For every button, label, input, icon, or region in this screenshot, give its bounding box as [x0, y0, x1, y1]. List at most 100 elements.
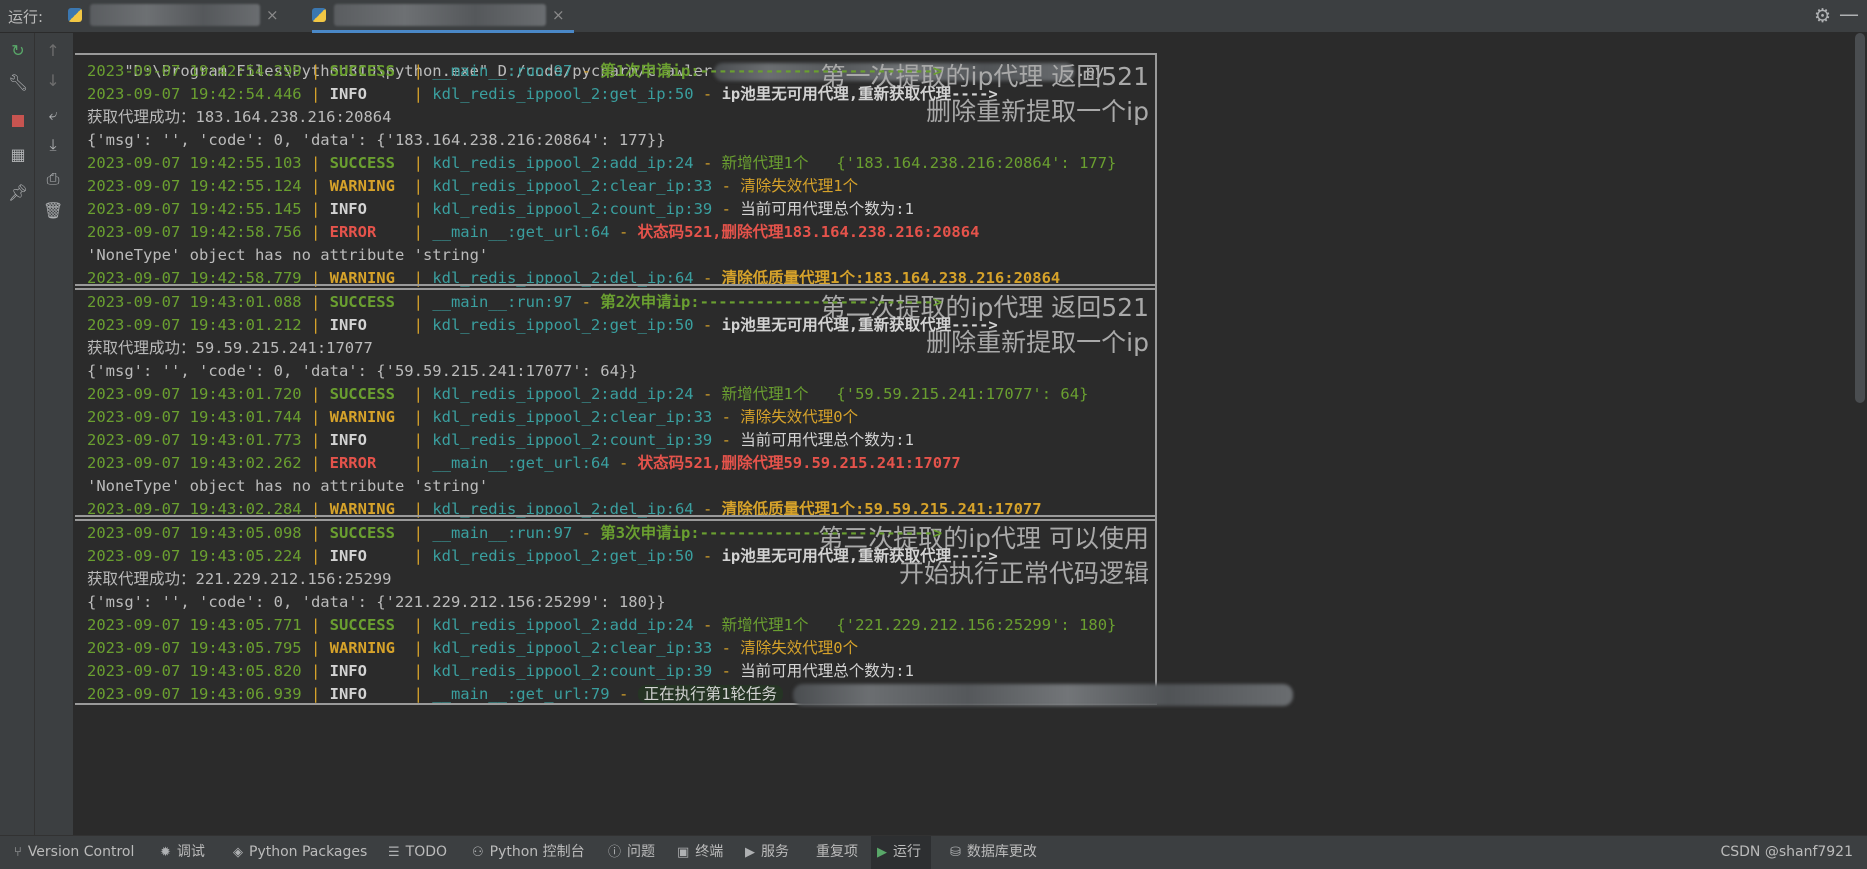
log-line: 2023-09-07 19:43:01.212 | INFO | kdl_red… — [87, 313, 998, 337]
log-level-pad — [395, 154, 404, 172]
log-timestamp: 2023-09-07 19:43:05.098 — [87, 523, 302, 542]
log-level: WARNING — [329, 177, 395, 195]
log-separator: | — [301, 662, 330, 681]
soft-wrap-icon[interactable]: ⤶ — [43, 105, 63, 125]
bottom-tab-4[interactable]: ☰ TODO — [388, 836, 447, 869]
output-line: 获取代理成功：183.164.238.216:20864 — [87, 105, 391, 129]
log-module: kdl_redis_ippool_2:get_ip:50 — [432, 84, 694, 103]
python-icon: ⚇ — [472, 845, 484, 860]
log-line: 2023-09-07 19:43:05.820 | INFO | kdl_red… — [87, 659, 914, 683]
log-level: WARNING — [329, 408, 395, 426]
log-module: kdl_redis_ippool_2:clear_ip:33 — [432, 639, 713, 657]
log-line: 2023-09-07 19:43:06.939 | INFO | __main_… — [87, 682, 1293, 706]
log-module: kdl_redis_ippool_2:add_ip:24 — [432, 153, 694, 172]
log-module: kdl_redis_ippool_2:count_ip:39 — [432, 200, 713, 219]
log-separator: | — [404, 315, 433, 334]
log-separator: | — [404, 61, 433, 80]
gear-icon[interactable]: ⚙ — [1814, 5, 1831, 27]
output-text: 'NoneType' object has no attribute 'stri… — [87, 477, 489, 496]
log-separator: | — [404, 639, 433, 657]
log-message: 新增代理1个 {'221.229.212.156:25299': 180} — [721, 615, 1117, 634]
minimize-icon[interactable]: — — [1839, 2, 1859, 26]
log-separator: | — [301, 384, 330, 403]
console-output[interactable]: "D:\Program Files\Python310\python.exe" … — [75, 33, 1850, 833]
log-module: kdl_redis_ippool_2:get_ip:50 — [432, 315, 694, 334]
info-icon: ⓘ — [608, 845, 622, 860]
database-icon: ⛁ — [950, 845, 961, 860]
log-dash: - — [712, 177, 741, 195]
log-level: ERROR — [329, 454, 377, 473]
log-message: 第2次申请ip:-------------------------> — [600, 292, 943, 311]
log-level-pad — [367, 547, 404, 565]
scroll-to-end-icon[interactable]: ⤓ — [43, 135, 63, 155]
close-tab-icon[interactable]: × — [266, 6, 279, 24]
run-tab-1[interactable]: × — [68, 0, 286, 30]
log-timestamp: 2023-09-07 19:42:58.756 — [87, 223, 302, 242]
log-separator: | — [404, 200, 433, 219]
bottom-tab-3[interactable]: ◈ Python Packages — [233, 836, 367, 869]
console-actions-toolbar: ↑ ↓ ⤶ ⤓ ⎙ 🗑︎ — [35, 33, 74, 835]
bottom-tab-6[interactable]: ⓘ 问题 — [608, 836, 655, 869]
log-message: 新增代理1个 {'59.59.215.241:17077': 64} — [721, 384, 1089, 403]
layout-icon[interactable]: ▦ — [8, 145, 28, 165]
log-level: INFO — [329, 315, 367, 334]
log-level-pad — [395, 616, 404, 634]
log-separator: | — [404, 384, 433, 403]
log-level-pad — [395, 62, 404, 80]
log-timestamp: 2023-09-07 19:43:05.224 — [87, 546, 302, 565]
log-separator: | — [301, 408, 330, 426]
stop-icon[interactable] — [8, 111, 28, 131]
log-separator: | — [301, 292, 330, 311]
vertical-scrollbar[interactable] — [1855, 33, 1865, 403]
log-level: INFO — [329, 431, 367, 450]
log-timestamp: 2023-09-07 19:43:01.088 — [87, 292, 302, 311]
output-text: {'msg': '', 'code': 0, 'data': {'221.229… — [87, 592, 666, 611]
log-message: ip池里无可用代理,重新获取代理----> — [721, 546, 998, 565]
log-module: __main__:get_url:64 — [432, 223, 610, 242]
log-module: __main__:get_url:79 — [432, 685, 610, 704]
log-message: 状态码521,删除代理59.59.215.241:17077 — [637, 454, 961, 473]
bottom-tab-5[interactable]: ⚇ Python 控制台 — [472, 836, 585, 869]
log-line: 2023-09-07 19:42:55.124 | WARNING | kdl_… — [87, 174, 858, 198]
bottom-tab-1[interactable]: ⑂ Version Control — [14, 836, 134, 869]
up-arrow-icon[interactable]: ↑ — [43, 41, 63, 61]
log-message: ip池里无可用代理,重新获取代理----> — [721, 84, 998, 103]
log-separator: | — [301, 200, 330, 219]
log-separator: | — [404, 408, 433, 426]
trash-icon[interactable]: 🗑︎ — [43, 201, 63, 221]
log-message: 清除失效代理1个 — [740, 177, 859, 195]
log-timestamp: 2023-09-07 19:43:01.212 — [87, 315, 302, 334]
redacted-tab-name — [334, 4, 546, 26]
log-level-pad — [367, 200, 404, 218]
run-tab-2[interactable]: × — [312, 0, 574, 33]
bottom-tab-2[interactable]: ✹ 调试 — [160, 836, 205, 869]
down-arrow-icon[interactable]: ↓ — [43, 71, 63, 91]
close-tab-icon[interactable]: × — [552, 6, 565, 24]
rerun-icon[interactable]: ↻ — [8, 41, 28, 61]
bottom-tab-8[interactable]: ▶ 服务 — [745, 836, 789, 869]
log-dash: - — [572, 61, 601, 80]
output-text: 获取代理成功：59.59.215.241:17077 — [87, 338, 373, 357]
pin-icon[interactable]: 📌︎ — [8, 183, 28, 203]
run-label: 运行: — [8, 8, 44, 26]
python-file-icon — [312, 8, 326, 22]
log-separator: | — [404, 523, 433, 542]
bottom-tab-label: 服务 — [761, 844, 789, 860]
wrench-icon[interactable]: 🔧︎ — [8, 73, 28, 93]
log-level: INFO — [329, 685, 367, 704]
output-line: 获取代理成功：59.59.215.241:17077 — [87, 336, 373, 360]
log-level-pad — [395, 408, 404, 426]
log-line: 2023-09-07 19:43:01.720 | SUCCESS | kdl_… — [87, 382, 1088, 406]
bottom-tab-label: 调试 — [176, 844, 205, 860]
log-level: ERROR — [329, 223, 377, 242]
output-line: {'msg': '', 'code': 0, 'data': {'183.164… — [87, 128, 666, 152]
log-level: SUCCESS — [329, 292, 395, 311]
bottom-tab-10[interactable]: ▶ 运行 — [871, 836, 931, 869]
print-icon[interactable]: ⎙ — [43, 169, 63, 189]
log-module: kdl_redis_ippool_2:clear_ip:33 — [432, 408, 713, 426]
bottom-tab-11[interactable]: ⛁ 数据库更改 — [950, 836, 1037, 869]
bottom-tab-7[interactable]: ▣ 终端 — [677, 836, 723, 869]
log-separator: | — [301, 685, 330, 704]
bottom-tab-9[interactable]: 重复项 — [816, 836, 858, 869]
output-text: {'msg': '', 'code': 0, 'data': {'183.164… — [87, 130, 666, 149]
